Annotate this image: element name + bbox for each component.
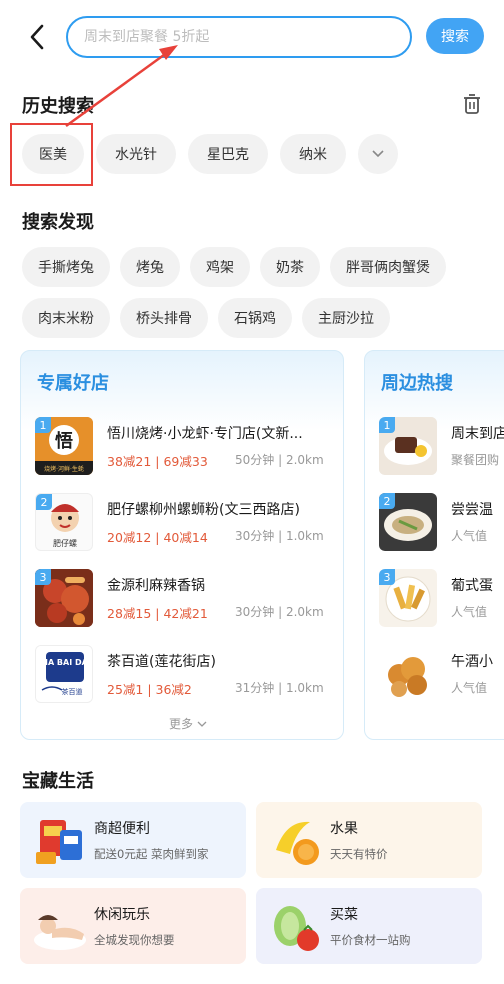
hot-thumb: 3 [379, 569, 437, 627]
trash-icon [464, 94, 480, 114]
discover-chip[interactable]: 手撕烤兔 [22, 247, 110, 287]
shop-logo: 肥仔螺 2 [35, 493, 93, 551]
discover-chip[interactable]: 奶茶 [260, 247, 320, 287]
hot-sub: 人气值 [451, 605, 488, 619]
shop-meta: 31分钟 | 1.0km [235, 681, 324, 695]
shop-logo-mark: 悟 [55, 430, 73, 452]
annotation-box [10, 123, 93, 186]
hot-name: 周末到店 [451, 426, 504, 442]
hot-name: 尝尝温 [451, 502, 493, 518]
hot-thumb: 1 [379, 417, 437, 475]
shop-name: 茶百道(莲花街店) [107, 654, 216, 670]
life-tile-title: 买菜 [330, 907, 358, 923]
hot-item[interactable]: 1 周末到店 聚餐团购 [379, 417, 504, 481]
rank-badge: 2 [379, 493, 395, 509]
back-button[interactable] [22, 20, 52, 54]
shop-logo-text: CHA BAI DAO [36, 658, 93, 667]
history-title: 历史搜索 [22, 96, 94, 117]
hot-sub: 人气值 [451, 681, 488, 695]
chevron-left-icon [30, 24, 44, 50]
nearby-hot-card: 周边热搜 1 周末到店 聚餐团购 2 尝尝温 人气值 3 葡式蛋 人气值 午酒小… [364, 350, 504, 740]
rank-badge: 1 [35, 417, 51, 433]
leisure-icon [30, 896, 90, 956]
card-title: 周边热搜 [381, 373, 453, 394]
life-tile-title: 休闲玩乐 [94, 907, 150, 923]
life-title: 宝藏生活 [22, 771, 94, 792]
rank-badge: 3 [35, 569, 51, 585]
groceries-icon [266, 896, 326, 956]
life-tile-groceries[interactable]: 买菜 平价食材一站购 [256, 888, 482, 964]
shop-name: 金源利麻辣香锅 [107, 578, 205, 594]
discover-title: 搜索发现 [22, 212, 94, 233]
shop-name: 肥仔螺柳州螺蛳粉(文三西路店) [107, 502, 300, 518]
discover-chip[interactable]: 石锅鸡 [218, 298, 292, 338]
search-button[interactable]: 搜索 [426, 18, 484, 54]
life-tile-supermarket[interactable]: 商超便利 配送0元起 菜肉鲜到家 [20, 802, 246, 878]
top-bar: 搜索 [0, 0, 504, 74]
discover-chip[interactable]: 烤兔 [120, 247, 180, 287]
shop-item[interactable]: 肥仔螺 2 肥仔螺柳州螺蛳粉(文三西路店) 20减12 | 40减14 30分钟… [35, 493, 343, 557]
shop-logo-tagline: 烧烤·河鲜·生蚝 [44, 465, 84, 473]
life-tile-title: 水果 [330, 821, 358, 837]
discover-chip[interactable]: 胖哥俩肉蟹煲 [330, 247, 446, 287]
search-input[interactable] [68, 18, 410, 56]
shop-logo: CHA BAI DAO 茶百道 [35, 645, 93, 703]
shop-logo-text: 肥仔螺 [53, 538, 77, 548]
life-tile-sub: 天天有特价 [330, 847, 388, 861]
chevron-down-icon [197, 721, 207, 727]
hot-item[interactable]: 2 尝尝温 人气值 [379, 493, 504, 557]
shop-deal: 20减12 | 40减14 [107, 530, 208, 545]
more-link[interactable]: 更多 [169, 715, 207, 732]
hot-thumb [379, 645, 437, 703]
hot-sub: 聚餐团购 [451, 453, 500, 467]
life-tile-sub: 平价食材一站购 [330, 933, 411, 947]
rank-badge: 2 [36, 494, 52, 510]
expand-history-button[interactable] [358, 134, 398, 174]
shop-deal: 28减15 | 42减21 [107, 606, 208, 621]
more-label: 更多 [169, 717, 194, 731]
search-box[interactable] [66, 16, 412, 58]
discover-chip[interactable]: 桥头排骨 [120, 298, 208, 338]
hot-item[interactable]: 3 葡式蛋 人气值 [379, 569, 504, 633]
history-chip[interactable]: 水光针 [96, 134, 176, 174]
discover-chip[interactable]: 肉末米粉 [22, 298, 110, 338]
discover-row: 肉末米粉 桥头排骨 石锅鸡 主厨沙拉 [22, 298, 390, 338]
hot-name: 午酒小 [451, 654, 493, 670]
discover-chip[interactable]: 主厨沙拉 [302, 298, 390, 338]
shop-logo: 悟 烧烤·河鲜·生蚝 1 [35, 417, 93, 475]
discover-row: 手撕烤兔 烤兔 鸡架 奶茶 胖哥俩肉蟹煲 [22, 247, 446, 287]
card-title: 专属好店 [37, 373, 109, 394]
shop-item[interactable]: 3 金源利麻辣香锅 28减15 | 42减21 30分钟 | 2.0km [35, 569, 343, 633]
shop-meta: 30分钟 | 1.0km [235, 529, 324, 543]
history-chip[interactable]: 星巴克 [188, 134, 268, 174]
shop-item[interactable]: CHA BAI DAO 茶百道 茶百道(莲花街店) 25减1 | 36减2 31… [35, 645, 343, 709]
life-tile-leisure[interactable]: 休闲玩乐 全城发现你想要 [20, 888, 246, 964]
life-tile-sub: 全城发现你想要 [94, 933, 175, 947]
hot-thumb: 2 [379, 493, 437, 551]
shop-name: 悟川烧烤·小龙虾·专门店(文新... [107, 426, 303, 442]
hot-name: 葡式蛋 [451, 578, 493, 594]
shop-meta: 50分钟 | 2.0km [235, 453, 324, 467]
life-tile-title: 商超便利 [94, 821, 150, 837]
rank-badge: 1 [379, 417, 395, 433]
fruit-icon [266, 810, 326, 870]
shop-item[interactable]: 悟 烧烤·河鲜·生蚝 1 悟川烧烤·小龙虾·专门店(文新... 38减21 | … [35, 417, 343, 481]
rank-badge: 3 [379, 569, 395, 585]
history-chip[interactable]: 纳米 [280, 134, 346, 174]
chevron-down-icon [372, 150, 384, 158]
discover-chip[interactable]: 鸡架 [190, 247, 250, 287]
shop-logo: 3 [35, 569, 93, 627]
hot-item[interactable]: 午酒小 人气值 [379, 645, 504, 709]
shop-logo-text: 茶百道 [62, 687, 83, 696]
life-tile-fruit[interactable]: 水果 天天有特价 [256, 802, 482, 878]
trash-button[interactable] [460, 92, 484, 116]
exclusive-shops-card: 专属好店 悟 烧烤·河鲜·生蚝 1 悟川烧烤·小龙虾·专门店(文新... 38减… [20, 350, 344, 740]
life-tile-sub: 配送0元起 菜肉鲜到家 [94, 847, 209, 861]
shop-deal: 38减21 | 69减33 [107, 454, 208, 469]
shop-deal: 25减1 | 36减2 [107, 682, 192, 697]
supermarket-icon [30, 810, 90, 870]
shop-meta: 30分钟 | 2.0km [235, 605, 324, 619]
hot-sub: 人气值 [451, 529, 488, 543]
